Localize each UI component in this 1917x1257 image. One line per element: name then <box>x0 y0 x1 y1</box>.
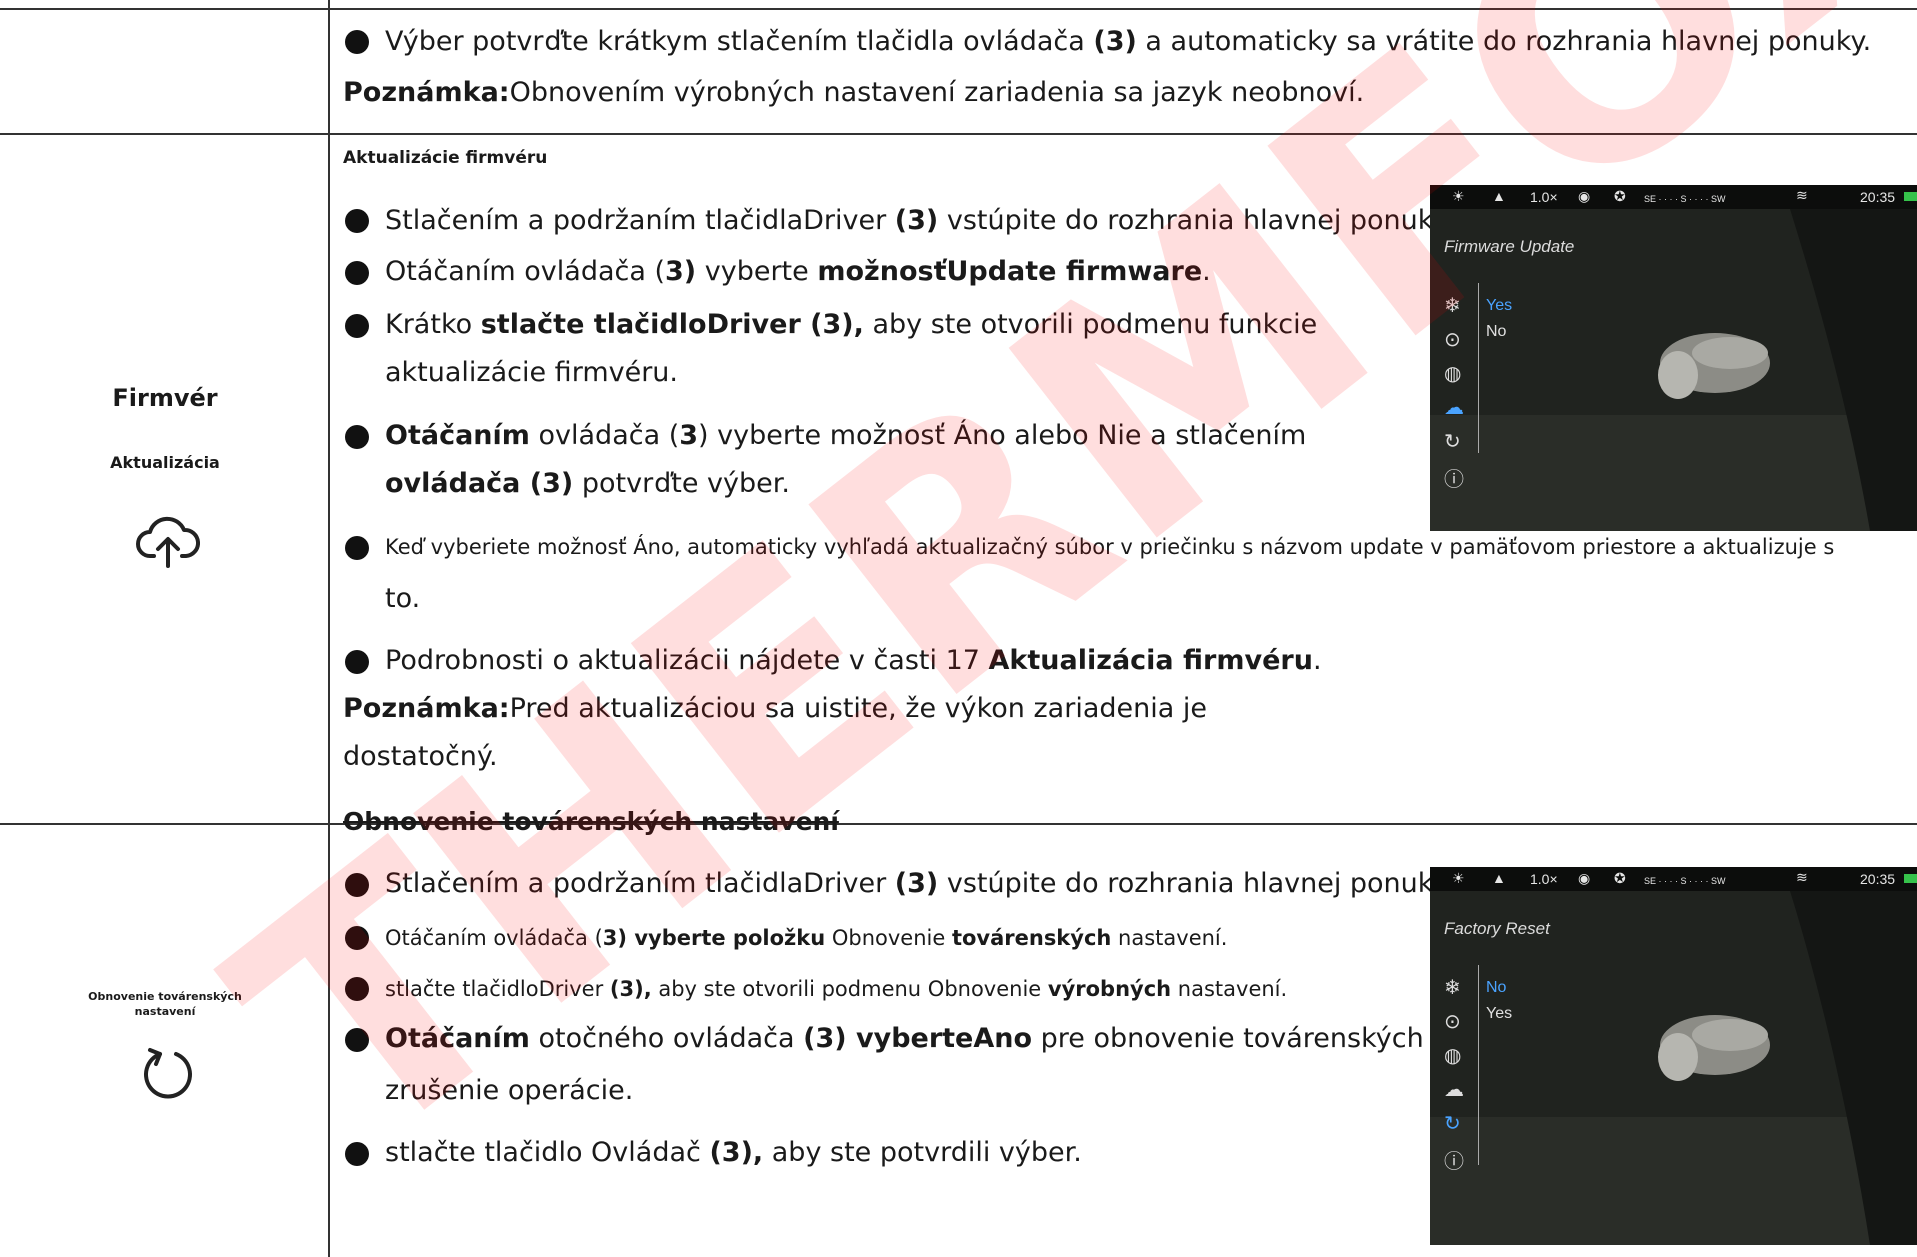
firmware-label-title: Firmvér <box>112 384 218 412</box>
firmware-note: Poznámka:Pred aktualizáciou sa uistite, … <box>343 693 1207 724</box>
snowflake-icon: ❄ <box>1444 975 1461 999</box>
device-status-bar: ☀ ▲ 1.0× ◉ ✪ SE · · · · S · · · · SW ≋ 2… <box>1430 185 1917 209</box>
bullet <box>345 977 369 1001</box>
cloud-upload-icon: ☁ <box>1444 1077 1464 1101</box>
compass-strip: SE · · · · S · · · · SW <box>1644 194 1726 204</box>
globe-icon: ◍ <box>1444 1043 1462 1067</box>
firmware-step-6: Podrobnosti o aktualizácii nájdete v čas… <box>385 645 1322 676</box>
reset-heading: Obnovenie továrenských nastavení <box>343 807 839 836</box>
option-yes[interactable]: Yes <box>1486 297 1512 315</box>
option-yes[interactable]: Yes <box>1486 1005 1512 1023</box>
bullet <box>345 1142 369 1166</box>
wifi-icon: ≋ <box>1796 187 1808 203</box>
navigation-icon: ⊙ <box>1444 1009 1461 1033</box>
screen-title: Firmware Update <box>1444 237 1575 256</box>
wifi-icon: ≋ <box>1796 869 1808 885</box>
firmware-step-1: Stlačením a podržaním tlačidlaDriver (3)… <box>385 205 1454 236</box>
table-rule-top <box>0 8 1917 10</box>
refresh-icon <box>140 1044 196 1100</box>
compass-strip: SE · · · · S · · · · SW <box>1644 876 1726 886</box>
info-icon: ⓘ <box>1444 1149 1464 1173</box>
sun-icon: ☀ <box>1452 188 1465 204</box>
info-icon: ⓘ <box>1444 467 1464 491</box>
refresh-icon: ↻ <box>1444 1111 1461 1135</box>
reset-step-3: stlačte tlačidloDriver (3), aby ste otvo… <box>385 977 1288 1001</box>
table-rule-2 <box>0 823 1917 825</box>
zoom-value: 1.0× <box>1530 871 1558 887</box>
snowflake-icon: ❄ <box>1444 293 1461 317</box>
gear-icon: ✪ <box>1614 188 1626 204</box>
option-no[interactable]: No <box>1486 323 1506 341</box>
navigation-icon: ⊙ <box>1444 327 1461 351</box>
mountain-icon: ▲ <box>1492 188 1506 204</box>
gear-icon: ✪ <box>1614 870 1626 886</box>
reset-step-5: stlačte tlačidlo Ovládač (3), aby ste po… <box>385 1137 1082 1168</box>
factory-reset-screenshot: ☀ ▲ 1.0× ◉ ✪ SE · · · · S · · · · SW ≋ 2… <box>1430 867 1917 1245</box>
reset-step-1: Stlačením a podržaním tlačidlaDriver (3)… <box>385 868 1454 899</box>
bullet <box>345 873 369 897</box>
bullet <box>345 650 369 674</box>
battery-icon <box>1904 192 1917 201</box>
reset-label-sub: nastavení <box>134 1005 196 1018</box>
firmware-step-4: Otáčaním ovládača (3) vyberte možnosť Án… <box>385 420 1307 451</box>
reset-step-2: Otáčaním ovládača (3) vyberte položku Ob… <box>385 926 1228 950</box>
clock: 20:35 <box>1860 871 1896 887</box>
firmware-step-5-line2: to. <box>385 583 421 614</box>
note-language: Poznámka:Obnovením výrobných nastavení z… <box>343 77 1365 108</box>
firmware-update-screenshot: ☀ ▲ 1.0× ◉ ✪ SE · · · · S · · · · SW ≋ 2… <box>1430 185 1917 531</box>
sun-icon: ☀ <box>1452 870 1465 886</box>
battery-icon <box>1904 874 1917 883</box>
cloud-upload-icon: ☁ <box>1444 395 1464 419</box>
firmware-note-line2: dostatočný. <box>343 741 498 772</box>
menu-divider <box>1478 283 1479 453</box>
bullet <box>345 536 369 560</box>
firmware-step-2: Otáčaním ovládača (3) vyberte možnosťUpd… <box>385 256 1211 287</box>
confirm-selection-text: Výber potvrďte krátkym stlačením tlačidl… <box>385 26 1872 57</box>
globe-icon: ◍ <box>1444 361 1462 385</box>
firmware-step-3: Krátko stlačte tlačidloDriver (3), aby s… <box>385 309 1318 340</box>
reset-label-title: Obnovenie továrenských <box>88 990 242 1003</box>
firmware-step-5: Keď vyberiete možnosť Áno, automaticky v… <box>385 535 1835 559</box>
table-rule-1 <box>0 133 1917 135</box>
firmware-heading: Aktualizácie firmvéru <box>343 148 548 168</box>
table-column-divider <box>328 0 330 1257</box>
bullet <box>345 926 369 950</box>
eye-icon: ◉ <box>1578 870 1591 886</box>
bullet <box>345 314 369 338</box>
bullet <box>345 425 369 449</box>
bullet <box>345 1028 369 1052</box>
eye-icon: ◉ <box>1578 188 1591 204</box>
cloud-upload-icon <box>136 512 200 568</box>
firmware-step-4-line2: ovládača (3) potvrďte výber. <box>385 468 790 499</box>
bullet <box>345 209 369 233</box>
firmware-step-3-line2: aktualizácie firmvéru. <box>385 357 679 388</box>
zoom-value: 1.0× <box>1530 189 1558 205</box>
option-no[interactable]: No <box>1486 979 1506 997</box>
firmware-label-sub: Aktualizácia <box>110 453 220 472</box>
clock: 20:35 <box>1860 189 1896 205</box>
refresh-icon: ↻ <box>1444 429 1461 453</box>
screen-title: Factory Reset <box>1444 919 1550 938</box>
menu-divider <box>1478 965 1479 1165</box>
bullet <box>345 30 369 54</box>
reset-step-4-line2: zrušenie operácie. <box>385 1075 634 1106</box>
device-status-bar: ☀ ▲ 1.0× ◉ ✪ SE · · · · S · · · · SW ≋ 2… <box>1430 867 1917 891</box>
bullet <box>345 261 369 285</box>
mountain-icon: ▲ <box>1492 870 1506 886</box>
